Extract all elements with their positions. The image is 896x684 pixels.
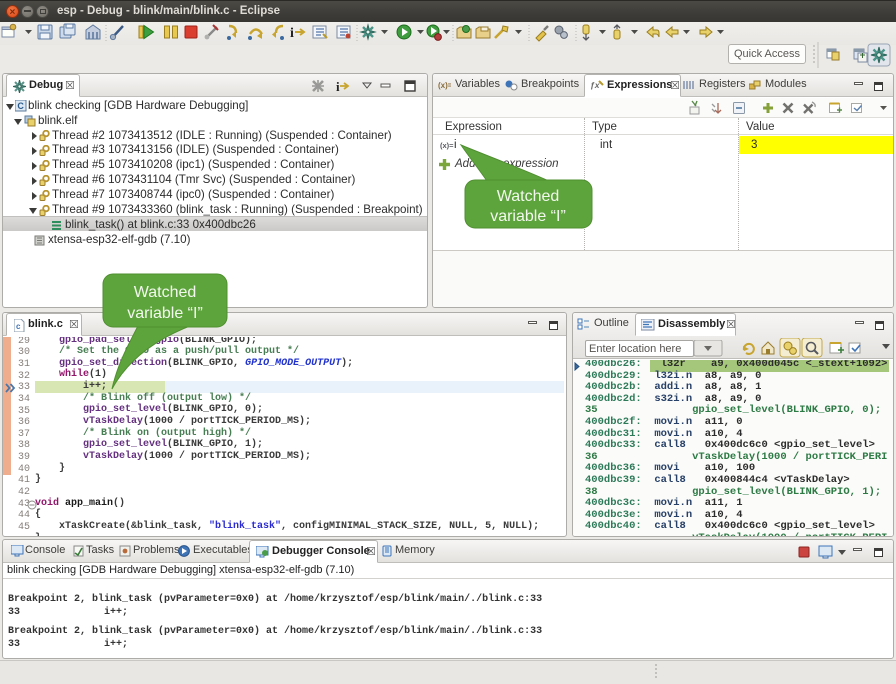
svg-text:Watched: Watched	[497, 188, 560, 205]
svg-text:i: i	[290, 26, 294, 41]
svg-text:variable “I”: variable “I”	[127, 305, 203, 322]
svg-text:c: c	[16, 322, 21, 331]
svg-text:i: i	[336, 79, 340, 94]
svg-text:variable “I”: variable “I”	[490, 208, 566, 225]
svg-text:(x)=: (x)=	[438, 81, 451, 90]
svg-text:Watched: Watched	[134, 284, 197, 301]
svg-text:C: C	[17, 101, 24, 111]
